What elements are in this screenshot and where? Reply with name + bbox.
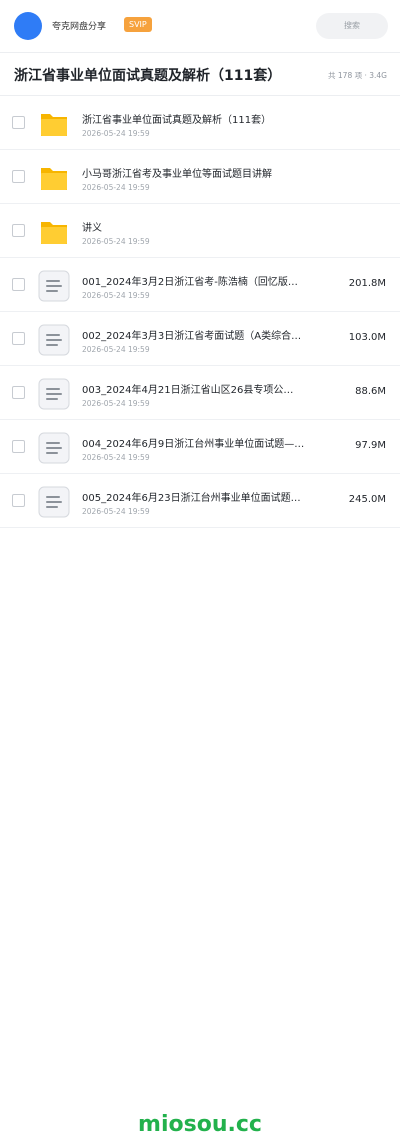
document-icon [38,432,70,464]
document-icon [38,270,70,302]
folder-meta: 共 178 项 · 3.4G [328,71,387,80]
file-date: 2026-05-24 19:59 [82,291,150,300]
document-icon [38,486,70,518]
file-row[interactable]: 004_2024年6月9日浙江台州事业单位面试题—… 2026-05-24 19:… [0,420,400,474]
file-date: 2026-05-24 19:59 [82,453,150,462]
file-name[interactable]: 002_2024年3月3日浙江省考面试题（A类综合… [82,327,322,342]
bottom-area: miosou.cc [0,550,400,1137]
folder-icon [38,108,70,140]
file-date: 2026-05-24 19:59 [82,399,150,408]
folder-header: 浙江省事业单位面试真题及解析（111套） 共 178 项 · 3.4G [0,53,400,95]
file-name[interactable]: 003_2024年4月21日浙江省山区26县专项公… [82,381,322,396]
search-button[interactable]: 搜索 [316,13,388,39]
file-size: 103.0M [348,332,386,343]
watermark: miosou.cc [138,1112,262,1137]
file-date: 2026-05-24 19:59 [82,183,150,192]
select-checkbox[interactable] [12,116,25,129]
file-size: 201.8M [348,278,386,289]
select-checkbox[interactable] [12,440,25,453]
page-title: 浙江省事业单位面试真题及解析（111套） [14,68,282,84]
folder-row[interactable]: 讲义 2026-05-24 19:59 [0,204,400,258]
avatar[interactable] [14,12,42,40]
select-checkbox[interactable] [12,494,25,507]
document-icon [38,378,70,410]
file-size: 97.9M [355,440,386,451]
file-name[interactable]: 001_2024年3月2日浙江省考-陈浩楠（回忆版… [82,273,322,288]
select-checkbox[interactable] [12,170,25,183]
select-checkbox[interactable] [12,386,25,399]
folder-icon [38,162,70,194]
file-size: 245.0M [348,494,386,505]
file-date: 2026-05-24 19:59 [82,129,150,138]
svip-badge: SVIP [124,17,152,32]
file-name[interactable]: 浙江省事业单位面试真题及解析（111套） [82,111,322,126]
file-row[interactable]: 003_2024年4月21日浙江省山区26县专项公… 2026-05-24 19:… [0,366,400,420]
document-icon [38,324,70,356]
select-checkbox[interactable] [12,224,25,237]
file-name[interactable]: 005_2024年6月23日浙江台州事业单位面试题… [82,489,322,504]
select-checkbox[interactable] [12,278,25,291]
file-list: 浙江省事业单位面试真题及解析（111套） 2026-05-24 19:59 小马哥浙… [0,96,400,528]
file-row[interactable]: 005_2024年6月23日浙江台州事业单位面试题… 2026-05-24 19:… [0,474,400,528]
file-date: 2026-05-24 19:59 [82,507,150,516]
file-name[interactable]: 小马哥浙江省考及事业单位等面试题目讲解 [82,165,322,180]
folder-row[interactable]: 浙江省事业单位面试真题及解析（111套） 2026-05-24 19:59 [0,96,400,150]
sharer-name: 夸克网盘分享 [52,22,107,32]
select-checkbox[interactable] [12,332,25,345]
file-date: 2026-05-24 19:59 [82,345,150,354]
file-date: 2026-05-24 19:59 [82,237,150,246]
file-row[interactable]: 001_2024年3月2日浙江省考-陈浩楠（回忆版… 2026-05-24 19:… [0,258,400,312]
file-name[interactable]: 004_2024年6月9日浙江台州事业单位面试题—… [82,435,322,450]
file-name[interactable]: 讲义 [82,219,322,234]
folder-icon [38,216,70,248]
top-bar: 夸克网盘分享 SVIP 搜索 [0,0,400,52]
file-size: 88.6M [355,386,386,397]
folder-row[interactable]: 小马哥浙江省考及事业单位等面试题目讲解 2026-05-24 19:59 [0,150,400,204]
file-row[interactable]: 002_2024年3月3日浙江省考面试题（A类综合… 2026-05-24 19:… [0,312,400,366]
